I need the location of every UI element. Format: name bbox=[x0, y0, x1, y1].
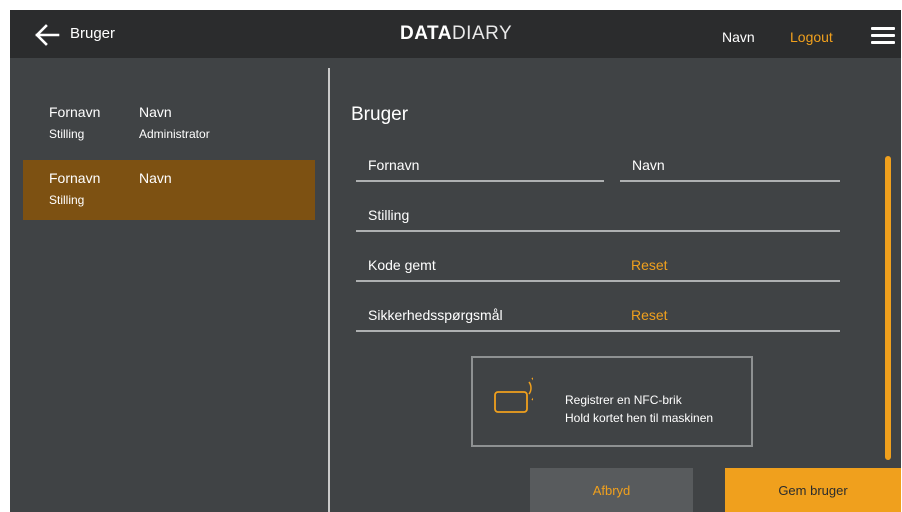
logo-light-text: DIARY bbox=[451, 23, 513, 44]
app-window: Bruger DATADIARY Navn Logout Fornavn Nav… bbox=[10, 10, 901, 512]
last-name-label: Navn bbox=[632, 157, 665, 173]
nfc-instruction-title: Registrer en NFC-brik bbox=[565, 393, 682, 407]
user-first-name: Fornavn bbox=[49, 170, 101, 186]
menu-button[interactable] bbox=[871, 27, 895, 45]
logo-bold-text: DATA bbox=[400, 23, 452, 44]
user-last-name: Navn bbox=[139, 170, 172, 186]
current-user-name: Navn bbox=[722, 29, 755, 45]
back-button[interactable] bbox=[34, 24, 60, 46]
nfc-instruction-text: Hold kortet hen til maskinen bbox=[565, 411, 714, 425]
save-user-button[interactable]: Gem bruger bbox=[725, 468, 901, 512]
code-reset-link[interactable]: Reset bbox=[631, 256, 668, 274]
page-title: Bruger bbox=[70, 25, 116, 42]
cancel-button[interactable]: Afbryd bbox=[530, 468, 693, 512]
security-question-label: Sikkerhedsspørgsmål bbox=[368, 307, 503, 323]
user-list-item[interactable]: Fornavn Navn Stilling Administrator bbox=[23, 94, 315, 154]
user-role: Stilling bbox=[49, 127, 85, 141]
code-saved-label: Kode gemt bbox=[368, 257, 436, 273]
nfc-register-box[interactable]: Registrer en NFC-brik Hold kortet hen ti… bbox=[471, 356, 753, 447]
role-field[interactable]: Stilling bbox=[356, 200, 840, 232]
user-role: Stilling bbox=[49, 193, 85, 207]
form-title: Bruger bbox=[351, 104, 409, 125]
first-name-field[interactable]: Fornavn bbox=[356, 150, 604, 182]
panel-divider bbox=[328, 68, 330, 512]
user-first-name: Fornavn bbox=[49, 104, 101, 120]
datadiary-logo: DATADIARY bbox=[400, 23, 512, 45]
first-name-label: Fornavn bbox=[368, 157, 420, 173]
nfc-card-icon bbox=[494, 377, 533, 413]
security-question-row: Sikkerhedsspørgsmål Reset bbox=[356, 300, 840, 332]
code-saved-row: Kode gemt Reset bbox=[356, 250, 840, 282]
security-reset-link[interactable]: Reset bbox=[631, 306, 668, 324]
logout-link[interactable]: Logout bbox=[790, 28, 833, 46]
user-list-item-selected[interactable]: Fornavn Navn Stilling bbox=[23, 160, 315, 220]
role-label: Stilling bbox=[368, 207, 410, 223]
form-scrollbar[interactable] bbox=[885, 156, 891, 460]
user-last-name: Navn bbox=[139, 104, 172, 120]
arrow-left-icon bbox=[35, 24, 60, 46]
user-type: Administrator bbox=[139, 127, 210, 141]
last-name-field[interactable]: Navn bbox=[620, 150, 840, 182]
top-bar: Bruger DATADIARY Navn Logout bbox=[10, 10, 901, 58]
